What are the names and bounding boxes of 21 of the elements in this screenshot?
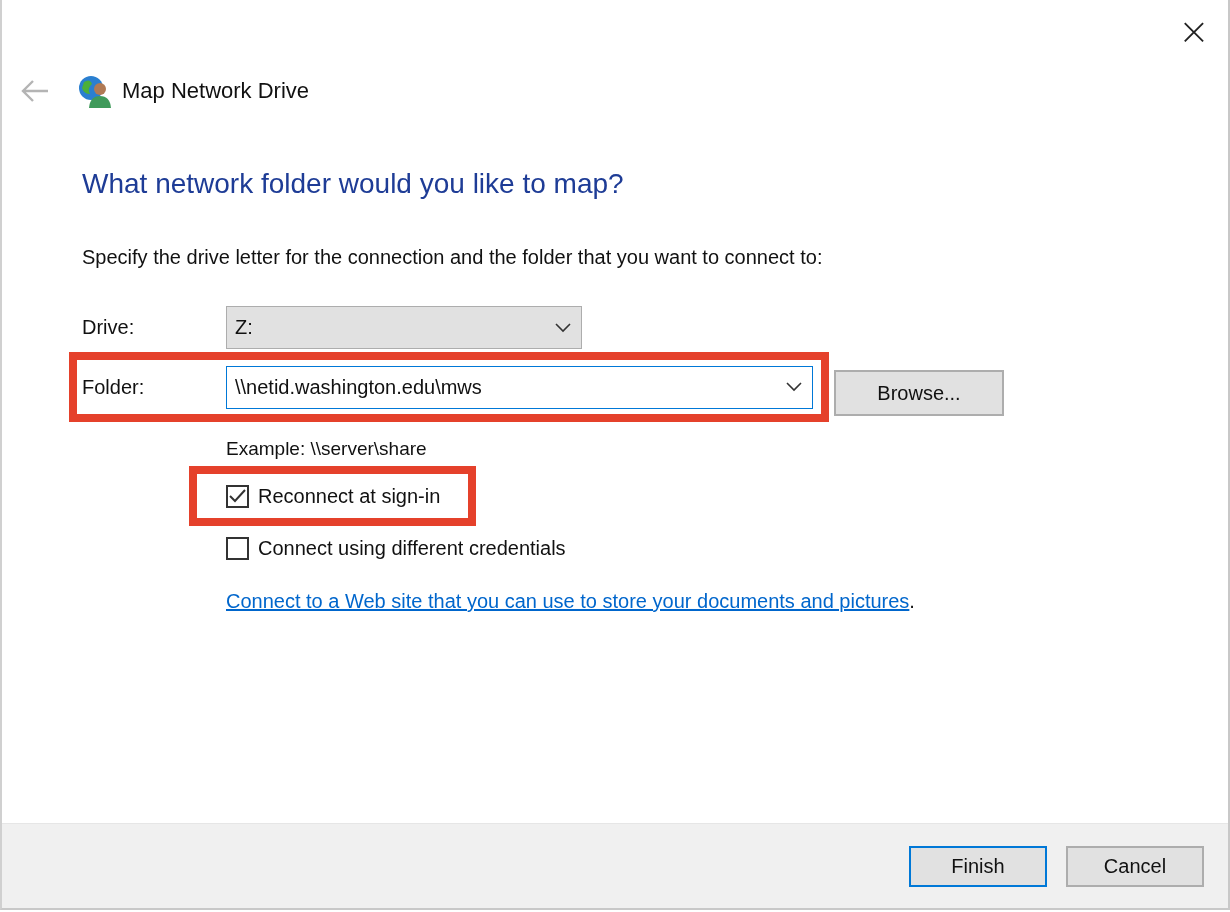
web-site-link[interactable]: Connect to a Web site that you can use to store your documents and pictures bbox=[226, 590, 910, 612]
checkbox[interactable] bbox=[226, 536, 249, 560]
browse-button[interactable]: Browse... bbox=[834, 370, 1004, 416]
caret-icon bbox=[555, 322, 571, 333]
checkbox-label: Reconnect at sign-in bbox=[258, 484, 441, 508]
folder-field[interactable]: \\netid.washington.edu\mws bbox=[226, 365, 813, 409]
folder-label: Folder: bbox=[82, 375, 146, 399]
link-period: . bbox=[909, 590, 915, 612]
drive-dropdown[interactable]: Z: bbox=[226, 306, 582, 349]
checkbox-label: Connect using different credentials bbox=[258, 536, 566, 560]
caret-icon bbox=[786, 382, 802, 392]
drive-label: Drive: bbox=[82, 316, 136, 339]
cancel-button[interactable]: Cancel bbox=[1066, 845, 1204, 887]
finish-button[interactable]: Finish bbox=[909, 845, 1047, 887]
example-text: Example: \\server\share bbox=[226, 438, 428, 460]
instruction-text: Specify the drive letter for the connection and the folder that you want to connect to: bbox=[82, 246, 824, 270]
page-heading: What network folder would you like to map? bbox=[82, 168, 625, 201]
close-button[interactable]: × bbox=[1164, 6, 1224, 56]
checkbox[interactable] bbox=[226, 484, 249, 508]
globe-user-icon bbox=[78, 74, 112, 108]
window-title: Map Network Drive bbox=[122, 78, 310, 104]
